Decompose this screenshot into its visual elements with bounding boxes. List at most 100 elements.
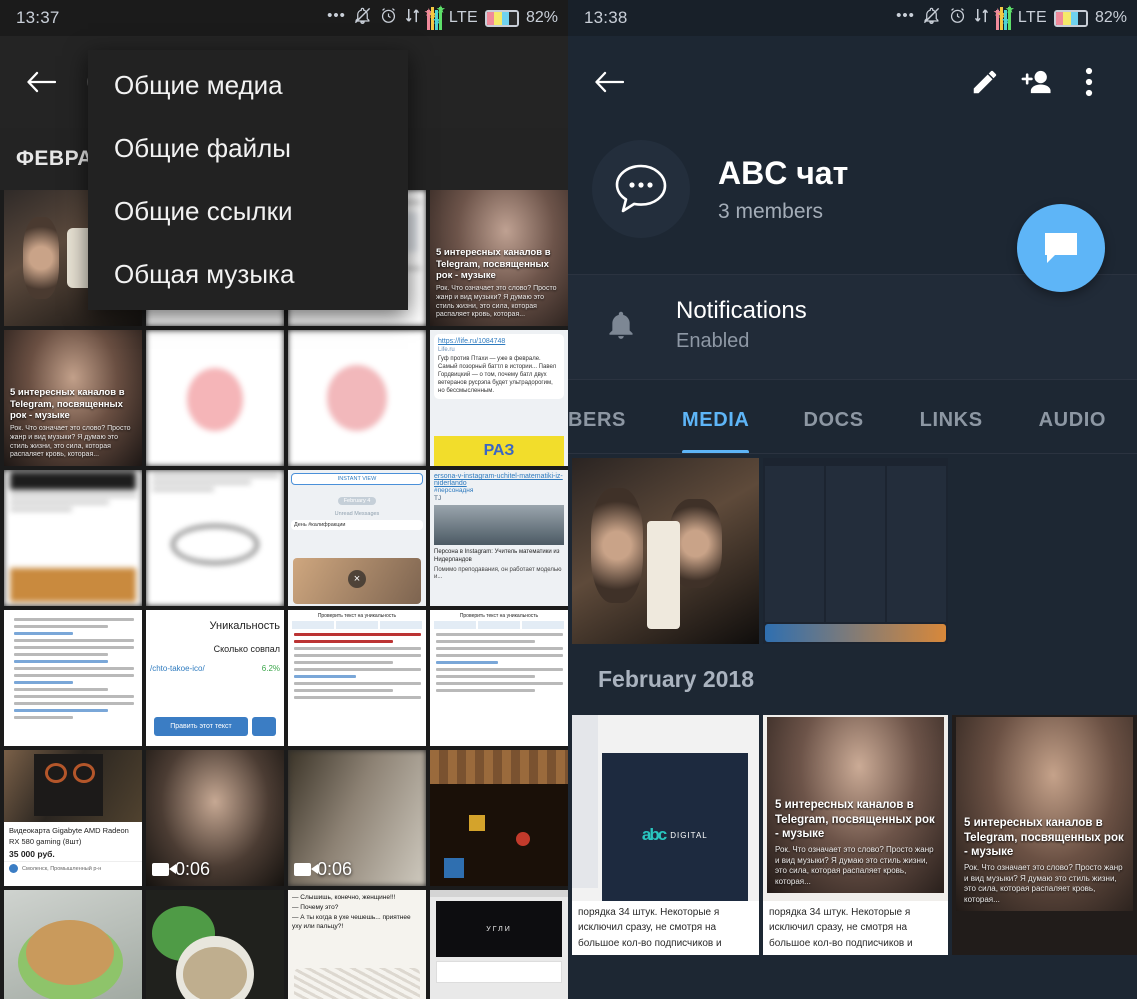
media-row: [568, 454, 1137, 644]
tab-label: LINKS: [919, 409, 983, 431]
video-camera-icon: [294, 863, 318, 876]
video-camera-icon: [152, 863, 176, 876]
doc-url[interactable]: /chto-takoe-ico/: [150, 664, 205, 673]
tab-links[interactable]: LINKS: [920, 409, 983, 454]
tab-label: AUDIO: [1038, 409, 1107, 431]
link-preview-card: https://life.ru/1084748 Life.ru Гуф прот…: [430, 330, 568, 466]
media-cell[interactable]: https://life.ru/1084748 Life.ru Гуф прот…: [430, 330, 568, 466]
media-cell[interactable]: INSTANT VIEW February 4 Unread Messages …: [288, 470, 426, 606]
listing-title: Видеокарта Gigabyte AMD Radeon RX 580 ga…: [9, 826, 129, 846]
media-cell-video[interactable]: 0:06: [146, 750, 284, 886]
pancakes-photo: [4, 890, 142, 999]
media-cell[interactable]: УГЛИ: [430, 890, 568, 999]
profile-tabs: BERS MEDIA DOCS LINKS AUDIO: [568, 380, 1137, 454]
avatar[interactable]: [592, 140, 690, 238]
comic-image: — Слышишь, конечно, женщине!!! — Почему …: [288, 890, 426, 999]
link-preview-card: ersona-v-instagram-uchitel-matematiki-iz…: [430, 470, 568, 606]
data-transfer-icon: [974, 7, 989, 29]
media-cell[interactable]: [146, 470, 284, 606]
media-tile[interactable]: 5 интересных каналов в Telegram, посвяще…: [952, 715, 1137, 955]
signal-bars-icon: ★ ★ ★ ★: [424, 5, 446, 30]
media-tile[interactable]: [572, 458, 759, 644]
scam-warning-document: [4, 610, 142, 746]
uniqueness-check-document: Проверить текст на уникальность: [430, 610, 568, 746]
card-desc: Рок. Что означает это слово? Просто жанр…: [775, 845, 934, 886]
media-cell[interactable]: [288, 330, 426, 466]
media-cell[interactable]: — Слышишь, конечно, женщине!!! — Почему …: [288, 890, 426, 999]
doc-title: Проверить текст на уникальность: [317, 613, 397, 619]
notifications-status: Enabled: [676, 330, 750, 352]
listing-location: Смоленск, Промышленный р-н: [22, 865, 102, 872]
media-cell[interactable]: [146, 890, 284, 999]
menu-item-shared-media[interactable]: Общие медиа: [88, 54, 408, 117]
media-cell[interactable]: 5 интересных каналов в Telegram, посвяще…: [430, 190, 568, 326]
media-cell[interactable]: Видеокарта Gigabyte AMD Radeon RX 580 ga…: [4, 750, 142, 886]
link-source: Life.ru: [438, 347, 455, 353]
status-time: 13:37: [16, 8, 60, 27]
status-dots-icon: •••: [327, 6, 346, 24]
back-arrow-icon[interactable]: [586, 59, 632, 105]
media-cell[interactable]: Проверить текст на уникальность: [430, 610, 568, 746]
chat-instant-view-screenshot: INSTANT VIEW February 4 Unread Messages …: [288, 470, 426, 606]
more-vertical-icon[interactable]: [1063, 56, 1115, 108]
video-duration: 0:06: [294, 859, 352, 880]
menu-item-shared-links[interactable]: Общие ссылки: [88, 180, 408, 243]
card-desc: Рок. Что означает это слово? Просто жанр…: [964, 863, 1123, 904]
media-row: abc DIGITAL порядка 34 штук. Некоторые я…: [568, 711, 1137, 955]
alarm-icon: [948, 6, 967, 30]
battery-icon: [484, 9, 519, 27]
battery-percent: 82%: [1094, 9, 1127, 26]
tab-members[interactable]: BERS: [568, 409, 652, 454]
month-section-header: February 2018: [568, 644, 1137, 711]
doc-sub: Сколько совпал: [213, 644, 280, 654]
edit-text-button[interactable]: Править этот текст: [154, 717, 248, 736]
media-cell[interactable]: [430, 750, 568, 886]
media-cell[interactable]: [4, 610, 142, 746]
tab-media[interactable]: MEDIA: [682, 409, 750, 454]
status-dots-icon: •••: [896, 6, 915, 24]
media-cell[interactable]: [4, 890, 142, 999]
abc-logo: abc: [641, 825, 667, 844]
message-fab-button[interactable]: [1017, 204, 1105, 292]
notifications-title: Notifications: [676, 297, 807, 324]
menu-item-shared-files[interactable]: Общие файлы: [88, 117, 408, 180]
tab-docs[interactable]: DOCS: [803, 409, 863, 454]
signal-bars-icon: ★ ★ ★ ★: [993, 5, 1015, 30]
media-cell[interactable]: Уникальность Сколько совпал /chto-takoe-…: [146, 610, 284, 746]
media-cell[interactable]: [4, 470, 142, 606]
card-title: 5 интересных каналов в Telegram, посвяще…: [10, 387, 125, 422]
uniqueness-check-document: Уникальность Сколько совпал /chto-takoe-…: [146, 610, 284, 746]
media-tile[interactable]: 5 интересных каналов в Telegram, посвяще…: [763, 715, 948, 955]
telegram-rock-article-card: 5 интересных каналов в Telegram, посвяще…: [4, 330, 142, 466]
media-tile[interactable]: [763, 458, 948, 644]
card-desc: Рок. Что означает это слово? Просто жанр…: [10, 425, 131, 459]
media-cell[interactable]: ersona-v-instagram-uchitel-matematiki-iz…: [430, 470, 568, 606]
media-cell[interactable]: Проверить текст на уникальность: [288, 610, 426, 746]
media-cell-video[interactable]: 0:06: [288, 750, 426, 886]
media-caption: порядка 34 штук. Некоторые я исключил ср…: [572, 900, 759, 955]
battery-icon: [1053, 9, 1088, 27]
back-arrow-icon[interactable]: [18, 59, 64, 105]
add-person-icon[interactable]: [1011, 56, 1063, 108]
media-tab-content: February 2018 abc DIGITAL порядка 34 шту…: [568, 454, 1137, 999]
tab-audio[interactable]: AUDIO: [1039, 409, 1106, 454]
menu-item-shared-music[interactable]: Общая музыка: [88, 243, 408, 306]
media-tile[interactable]: abc DIGITAL порядка 34 штук. Некоторые я…: [572, 715, 759, 955]
pencil-icon[interactable]: [959, 56, 1011, 108]
media-cell[interactable]: [146, 330, 284, 466]
tab-label: MEDIA: [682, 409, 750, 431]
browser-page-title: УГЛИ: [436, 901, 562, 957]
media-caption: порядка 34 штук. Некоторые я исключил ср…: [763, 900, 948, 955]
link-title: Персона в Instagram: Учитель математики …: [434, 549, 560, 563]
card-title: 5 интересных каналов в Telegram, посвяще…: [775, 799, 935, 841]
comic-line-3: — А ты когда в ухе чешешь... приятнее ух…: [292, 913, 411, 931]
message-icon: [1045, 233, 1077, 263]
telegram-rock-article-card: 5 интересных каналов в Telegram, посвяще…: [763, 715, 948, 955]
shared-media-dropdown-menu[interactable]: Общие медиа Общие файлы Общие ссылки Общ…: [88, 50, 408, 310]
link-url[interactable]: ersona-v-instagram-uchitel-matematiki-iz…: [430, 470, 568, 487]
link-url[interactable]: https://life.ru/1084748: [438, 338, 560, 347]
listing-price: 35 000 руб.: [9, 849, 55, 859]
media-cell[interactable]: 5 интересных каналов в Telegram, посвяще…: [4, 330, 142, 466]
location-pin-icon: [9, 864, 18, 873]
data-transfer-icon: [405, 7, 420, 29]
